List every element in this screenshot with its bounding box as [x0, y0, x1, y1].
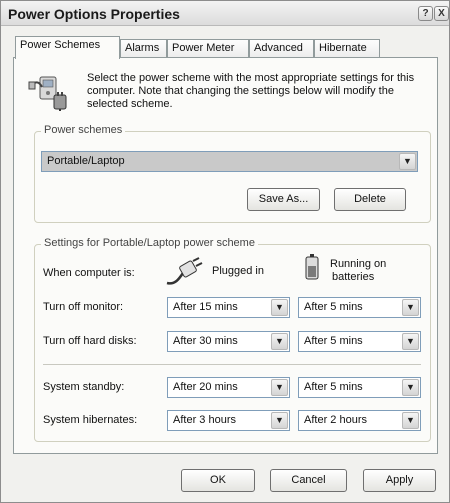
hard-disks-plugged-dropdown[interactable]: After 30 mins ▼: [167, 331, 290, 352]
tab-hibernate[interactable]: Hibernate: [314, 39, 380, 58]
tab-power-meter[interactable]: Power Meter: [167, 39, 249, 58]
intro-description: Select the power scheme with the most ap…: [87, 72, 415, 110]
standby-battery-value: After 5 mins: [304, 381, 363, 393]
monitor-plugged-value: After 15 mins: [173, 301, 238, 313]
power-schemes-label: Power schemes: [41, 124, 126, 136]
hibernates-plugged-value: After 3 hours: [173, 414, 236, 426]
tab-alarms[interactable]: Alarms: [120, 39, 167, 58]
chevron-down-icon[interactable]: ▼: [402, 412, 419, 429]
delete-button[interactable]: Delete: [334, 188, 406, 211]
settings-divider: [43, 364, 421, 365]
title-bar: Power Options Properties ? X: [1, 1, 449, 26]
settings-group-label: Settings for Portable/Laptop power schem…: [41, 237, 258, 249]
tab-power-schemes[interactable]: Power Schemes: [15, 36, 120, 59]
running-on-label: Running on: [330, 258, 387, 270]
when-computer-is-label: When computer is:: [43, 267, 135, 279]
plugged-in-label: Plugged in: [212, 265, 264, 277]
chevron-down-icon[interactable]: ▼: [271, 379, 288, 396]
chevron-down-icon[interactable]: ▼: [271, 299, 288, 316]
monitor-battery-value: After 5 mins: [304, 301, 363, 313]
chevron-down-icon[interactable]: ▼: [271, 333, 288, 350]
close-button[interactable]: X: [434, 6, 449, 21]
turn-off-monitor-label: Turn off monitor:: [43, 301, 124, 313]
hard-disks-battery-dropdown[interactable]: After 5 mins ▼: [298, 331, 421, 352]
hard-disks-plugged-value: After 30 mins: [173, 335, 238, 347]
standby-battery-dropdown[interactable]: After 5 mins ▼: [298, 377, 421, 398]
chevron-down-icon[interactable]: ▼: [402, 299, 419, 316]
chevron-down-icon[interactable]: ▼: [271, 412, 288, 429]
tab-advanced[interactable]: Advanced: [249, 39, 314, 58]
chevron-down-icon[interactable]: ▼: [402, 379, 419, 396]
system-standby-label: System standby:: [43, 381, 125, 393]
power-scheme-dropdown[interactable]: Portable/Laptop ▼: [41, 151, 418, 172]
hibernates-plugged-dropdown[interactable]: After 3 hours ▼: [167, 410, 290, 431]
battery-icon: [305, 254, 319, 280]
hard-disks-battery-value: After 5 mins: [304, 335, 363, 347]
save-as-button[interactable]: Save As...: [247, 188, 320, 211]
hibernates-battery-value: After 2 hours: [304, 414, 367, 426]
help-button[interactable]: ?: [418, 6, 433, 21]
monitor-battery-dropdown[interactable]: After 5 mins ▼: [298, 297, 421, 318]
turn-off-hard-disks-label: Turn off hard disks:: [43, 335, 137, 347]
power-options-dialog: Power Options Properties ? X Power Schem…: [0, 0, 450, 503]
standby-plugged-value: After 20 mins: [173, 381, 238, 393]
window-title: Power Options Properties: [8, 6, 180, 22]
cancel-button[interactable]: Cancel: [270, 469, 347, 492]
ok-button[interactable]: OK: [181, 469, 255, 492]
chevron-down-icon[interactable]: ▼: [399, 153, 416, 170]
power-plug-computer-icon: [28, 76, 67, 111]
hibernates-battery-dropdown[interactable]: After 2 hours ▼: [298, 410, 421, 431]
plug-icon: [166, 257, 203, 285]
system-hibernates-label: System hibernates:: [43, 414, 138, 426]
apply-button[interactable]: Apply: [363, 469, 436, 492]
power-scheme-value: Portable/Laptop: [47, 155, 125, 167]
batteries-label: batteries: [332, 271, 375, 283]
standby-plugged-dropdown[interactable]: After 20 mins ▼: [167, 377, 290, 398]
monitor-plugged-dropdown[interactable]: After 15 mins ▼: [167, 297, 290, 318]
chevron-down-icon[interactable]: ▼: [402, 333, 419, 350]
